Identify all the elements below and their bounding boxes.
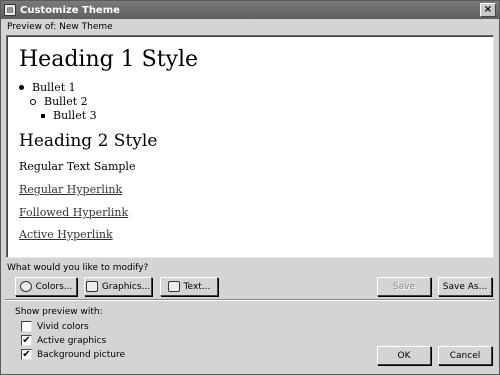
bullet-3-text: Bullet 3 — [53, 109, 97, 122]
font-icon — [167, 281, 180, 292]
window-title: Customize Theme — [20, 4, 120, 16]
vivid-colors-label: Vivid colors — [37, 321, 89, 332]
heading-2-sample: Heading 2 Style — [19, 131, 158, 151]
bullet-2-text: Bullet 2 — [44, 95, 88, 108]
text-button[interactable]: Text... — [160, 277, 218, 296]
save-as-button[interactable]: Save As... — [438, 277, 492, 296]
app-icon: ▤ — [4, 4, 16, 16]
text-button-label: Text... — [183, 281, 211, 292]
ok-button-label: OK — [397, 350, 411, 361]
save-button[interactable]: Save — [377, 277, 431, 296]
cancel-button-label: Cancel — [449, 350, 481, 361]
picture-icon — [85, 281, 98, 292]
preview-label: Preview of: New Theme — [7, 22, 113, 32]
checkbox-box — [21, 321, 32, 332]
bullet-item-2: Bullet 2 — [30, 95, 88, 108]
hollow-bullet-icon — [30, 98, 36, 105]
followed-hyperlink-sample: Followed Hyperlink — [19, 206, 129, 219]
regular-hyperlink-sample: Regular Hyperlink — [19, 183, 123, 196]
active-graphics-label: Active graphics — [37, 335, 107, 346]
ok-button[interactable]: OK — [377, 346, 431, 365]
heading-1-sample: Heading 1 Style — [19, 47, 199, 72]
show-preview-label: Show preview with: — [15, 307, 103, 317]
palette-icon — [19, 281, 32, 292]
graphics-button-label: Graphics... — [101, 281, 151, 292]
close-icon: × — [483, 4, 493, 15]
customize-theme-dialog: ▤ Customize Theme × Preview of: New Them… — [0, 0, 500, 375]
regular-text-sample: Regular Text Sample — [19, 160, 136, 173]
bullet-item-1: Bullet 1 — [19, 81, 76, 94]
active-hyperlink-sample: Active Hyperlink — [19, 228, 113, 241]
bullet-1-text: Bullet 1 — [32, 81, 76, 94]
vivid-colors-checkbox[interactable]: Vivid colors — [21, 321, 89, 332]
filled-bullet-icon — [19, 85, 24, 90]
checkmark-icon: ✔ — [21, 335, 32, 346]
save-button-label: Save — [392, 281, 416, 292]
theme-preview-pane: Heading 1 Style Bullet 1 Bullet 2 Bullet… — [6, 35, 494, 258]
checkmark-icon: ✔ — [21, 349, 32, 360]
close-button[interactable]: × — [480, 3, 496, 17]
graphics-button[interactable]: Graphics... — [84, 277, 152, 296]
cancel-button[interactable]: Cancel — [438, 346, 492, 365]
colors-button-label: Colors... — [35, 281, 73, 292]
background-picture-checkbox[interactable]: ✔ Background picture — [21, 349, 125, 360]
colors-button[interactable]: Colors... — [15, 277, 77, 296]
save-as-button-label: Save As... — [442, 281, 488, 292]
background-picture-label: Background picture — [37, 349, 125, 360]
square-bullet-icon — [41, 113, 45, 118]
bullet-item-3: Bullet 3 — [41, 109, 97, 122]
divider — [5, 299, 495, 301]
modify-label: What would you like to modify? — [7, 263, 149, 273]
title-bar: ▤ Customize Theme × — [1, 1, 499, 19]
active-graphics-checkbox[interactable]: ✔ Active graphics — [21, 335, 106, 346]
